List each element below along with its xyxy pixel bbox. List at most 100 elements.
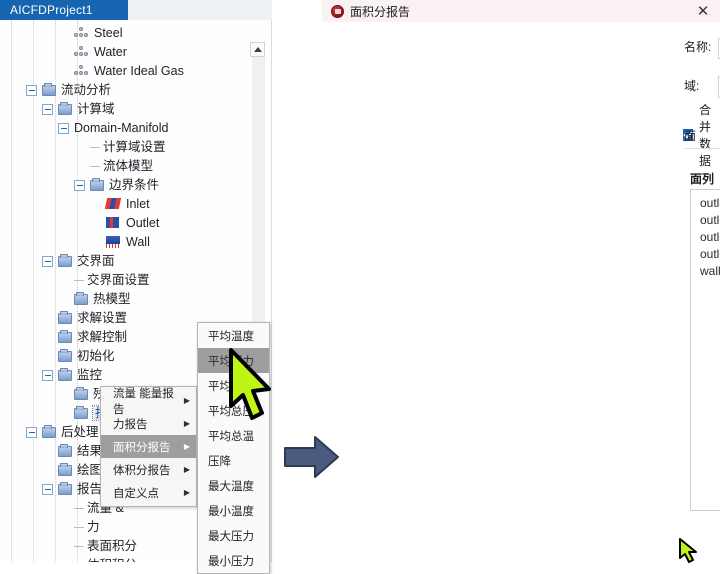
tree-node[interactable]: Domain-Manifold	[58, 118, 168, 138]
tree-node-label: 求解控制	[77, 330, 128, 344]
tree-expander-icon[interactable]	[42, 369, 53, 381]
tree-node-label: 求解设置	[77, 311, 128, 325]
tree-expander-icon[interactable]	[42, 103, 53, 115]
submenu-item[interactable]: 平均压力	[198, 348, 269, 373]
folder-icon	[42, 424, 56, 438]
dialog-titlebar: 面积分报告 ✕	[322, 0, 720, 22]
folder-icon	[42, 82, 56, 96]
dialog-title: 面积分报告	[350, 4, 411, 19]
submenu-item[interactable]: 最大温度	[198, 473, 269, 498]
tree-node[interactable]: 边界条件	[74, 175, 159, 195]
tree-node[interactable]: Steel	[58, 23, 123, 43]
folder-icon	[58, 253, 72, 267]
submenu-item[interactable]: 平均温度	[198, 323, 269, 348]
tree-node[interactable]: 交界面设置	[58, 270, 150, 290]
submenu-item[interactable]: 最大压力	[198, 523, 269, 548]
tab-aicfdproject1[interactable]: AICFDProject1	[0, 0, 128, 20]
tree-node-label: Outlet	[126, 216, 160, 230]
tree-node-label: Water	[94, 45, 127, 59]
context-menu-item-label: 面积分报告	[113, 441, 171, 454]
tree-node-label: 热模型	[93, 292, 131, 306]
close-icon[interactable]: ✕	[694, 2, 712, 20]
list-item[interactable]: outlet1	[691, 195, 720, 212]
tree-node-label: 监控	[77, 368, 103, 382]
tree-node[interactable]: Water Ideal Gas	[58, 61, 184, 81]
section-divider	[684, 148, 720, 149]
tree-node[interactable]: 绘图	[42, 460, 102, 480]
submenu-item[interactable]: 最小压力	[198, 548, 269, 573]
chevron-right-icon: ▶	[183, 487, 190, 497]
list-item[interactable]: outlet4	[691, 246, 720, 263]
tree-expander-icon[interactable]	[26, 84, 37, 96]
tree-node[interactable]: Wall	[90, 232, 150, 252]
context-menu-item-label: 力报告	[113, 418, 148, 431]
scroll-up-arrow-icon[interactable]	[250, 42, 265, 57]
tree-node[interactable]: 流体模型	[74, 156, 153, 176]
tree-node[interactable]: 体积积分	[58, 555, 137, 562]
submenu-item-label: 平均温度	[208, 330, 254, 343]
inlet-icon	[104, 198, 122, 210]
material-icon	[74, 26, 89, 40]
tree-expander-icon[interactable]	[26, 426, 37, 438]
tree-node[interactable]: 报告	[42, 479, 102, 499]
context-menu-item[interactable]: 体积分报告 ▶	[101, 458, 196, 481]
submenu-item[interactable]: 平均总压	[198, 398, 269, 423]
list-item[interactable]: wall	[691, 263, 720, 280]
list-item[interactable]: outlet2	[691, 212, 720, 229]
tree-node[interactable]: 计算域	[42, 99, 115, 119]
submenu-item-label: 最小温度	[208, 505, 254, 518]
tree-node[interactable]: 求解控制	[42, 327, 127, 347]
tree-node-label: 交界面设置	[87, 273, 150, 287]
tree-guide-line	[11, 20, 12, 562]
submenu-item[interactable]: 最小温度	[198, 498, 269, 523]
tree-node[interactable]: 结果	[42, 441, 102, 461]
tab-strip: AICFDProject1	[0, 0, 272, 20]
context-menu-item[interactable]: 自定义点 ▶	[101, 481, 196, 504]
tree-node[interactable]: Inlet	[90, 194, 150, 214]
tree-node[interactable]: 力	[58, 517, 100, 537]
tree-node[interactable]: 交界面	[42, 251, 115, 271]
area-integral-report-dialog: 面积分报告 ✕ 名称: Average Pressure1 域: Domain-…	[322, 0, 720, 562]
context-menu-item[interactable]: 流量 能量报告 ▶	[101, 388, 196, 416]
folder-icon	[74, 291, 88, 305]
context-menu-item[interactable]: 面积分报告 ▶	[101, 435, 196, 458]
submenu-item-label: 最小压力	[208, 555, 254, 568]
tree-node[interactable]: Outlet	[90, 213, 159, 233]
tree-expander-icon[interactable]	[58, 122, 69, 134]
report-context-menu[interactable]: 流量 能量报告 ▶ 力报告 ▶ 面积分报告 ▶ 体积分报告 ▶ 自定义点 ▶	[100, 386, 197, 507]
submenu-item[interactable]: 平均总温	[198, 423, 269, 448]
chevron-right-icon: ▶	[183, 441, 190, 451]
list-item[interactable]: outlet3	[691, 229, 720, 246]
tree-expander-icon[interactable]	[74, 179, 85, 191]
domain-label: 域:	[684, 79, 700, 93]
tree-node-label: 交界面	[77, 254, 115, 268]
tree-node[interactable]: 初始化	[42, 346, 115, 366]
tree-node-label: 边界条件	[109, 178, 160, 192]
folder-icon	[74, 386, 88, 400]
tree-node-label: Inlet	[126, 197, 150, 211]
tree-expander-icon[interactable]	[42, 255, 53, 267]
tree-leaf-connector	[74, 526, 84, 528]
context-menu-item-label: 体积分报告	[113, 464, 171, 477]
tree-guide-line	[33, 20, 34, 562]
tree-node[interactable]: 表面积分	[58, 536, 137, 556]
tree-node[interactable]: 后处理	[26, 422, 99, 442]
tree-node[interactable]: 求解设置	[42, 308, 127, 328]
tree-node[interactable]: 热模型	[58, 289, 131, 309]
tree-node-label: 流动分析	[61, 83, 112, 97]
tree-expander-icon[interactable]	[42, 483, 53, 495]
folder-icon	[58, 462, 72, 476]
material-icon	[74, 45, 89, 59]
tree-node-label: 报告	[77, 482, 103, 496]
tree-node[interactable]: 流动分析	[26, 80, 111, 100]
submenu-item[interactable]: 平均速度	[198, 373, 269, 398]
tree-node-label: Domain-Manifold	[74, 121, 169, 135]
available-faces-list[interactable]: outlet1outlet2outlet3outlet4wall	[690, 189, 720, 511]
tree-leaf-connector	[74, 279, 84, 281]
area-report-submenu[interactable]: 平均温度平均压力 平均速度 平均总压 平均总温 压降 最大温度最小温度最大压力最小压力	[197, 322, 270, 574]
tree-node[interactable]: Water	[58, 42, 127, 62]
tree-node-label: 计算域设置	[103, 140, 166, 154]
tree-node[interactable]: 监控	[42, 365, 102, 385]
tree-node[interactable]: 计算域设置	[74, 137, 166, 157]
submenu-item[interactable]: 压降	[198, 448, 269, 473]
